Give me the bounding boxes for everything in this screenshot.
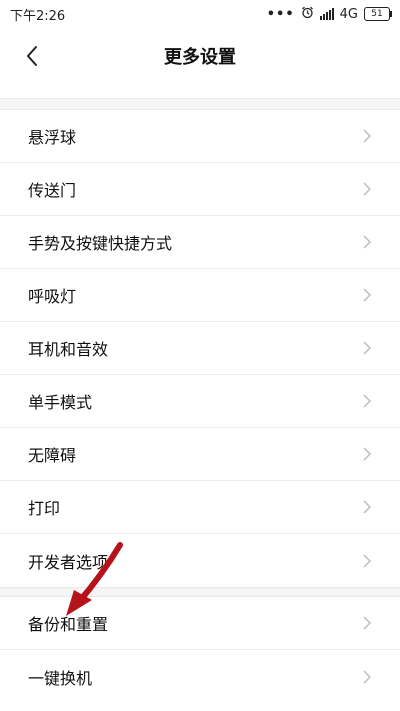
list-item-gestures-shortcuts[interactable]: 手势及按键快捷方式 xyxy=(0,216,400,269)
chevron-right-icon xyxy=(362,182,372,196)
battery-icon: 51 xyxy=(364,7,392,21)
header: 更多设置 xyxy=(0,28,400,84)
list-item-label: 开发者选项 xyxy=(28,552,109,572)
status-icons: ••• 4G 51 xyxy=(266,6,392,23)
list-item-developer-options[interactable]: 开发者选项 xyxy=(0,534,400,587)
chevron-left-icon xyxy=(27,46,37,66)
list-item-printing[interactable]: 打印 xyxy=(0,481,400,534)
list-item-label: 打印 xyxy=(28,499,61,518)
list-item-breathing-light[interactable]: 呼吸灯 xyxy=(0,269,400,322)
section-divider xyxy=(0,587,400,597)
chevron-right-icon xyxy=(362,616,372,630)
list-item-label: 无障碍 xyxy=(28,446,77,465)
list-item-phone-migration[interactable]: 一键换机 xyxy=(0,650,400,703)
list-item-label: 传送门 xyxy=(28,181,77,200)
section-divider xyxy=(0,98,400,110)
chevron-right-icon xyxy=(362,129,372,143)
chevron-right-icon xyxy=(362,341,372,355)
back-button[interactable] xyxy=(14,38,50,74)
list-item-label: 单手模式 xyxy=(28,393,93,412)
list-item-headphones-audio[interactable]: 耳机和音效 xyxy=(0,322,400,375)
list-item-label: 耳机和音效 xyxy=(28,340,109,359)
status-time: 下午2:26 xyxy=(10,8,66,24)
settings-list-backup: 备份和重置 一键换机 xyxy=(0,597,400,703)
list-item-label: 呼吸灯 xyxy=(28,287,77,306)
chevron-right-icon xyxy=(362,500,372,514)
signal-icon xyxy=(319,8,334,20)
list-item-floating-ball[interactable]: 悬浮球 xyxy=(0,110,400,163)
list-item-label: 悬浮球 xyxy=(28,128,77,147)
page-title: 更多设置 xyxy=(164,47,236,68)
chevron-right-icon xyxy=(362,447,372,461)
chevron-right-icon xyxy=(362,288,372,302)
chevron-right-icon xyxy=(362,235,372,249)
list-item-label: 一键换机 xyxy=(28,668,93,688)
list-item-label: 手势及按键快捷方式 xyxy=(28,234,173,253)
list-item-accessibility[interactable]: 无障碍 xyxy=(0,428,400,481)
more-notifications-icon: ••• xyxy=(266,6,295,22)
list-item-portal[interactable]: 传送门 xyxy=(0,163,400,216)
alarm-icon xyxy=(301,6,314,23)
settings-list-main: 悬浮球 传送门 手势及按键快捷方式 呼吸灯 耳机和音效 单手模式 无障碍 打印 … xyxy=(0,110,400,587)
list-item-one-handed-mode[interactable]: 单手模式 xyxy=(0,375,400,428)
chevron-right-icon xyxy=(362,394,372,408)
list-item-label: 备份和重置 xyxy=(28,615,109,634)
list-item-backup-reset[interactable]: 备份和重置 xyxy=(0,597,400,650)
status-bar: 下午2:26 ••• 4G 51 xyxy=(0,0,400,28)
network-type: 4G xyxy=(339,6,358,22)
battery-level: 51 xyxy=(371,9,383,19)
chevron-right-icon xyxy=(362,669,372,684)
chevron-right-icon xyxy=(362,553,372,568)
